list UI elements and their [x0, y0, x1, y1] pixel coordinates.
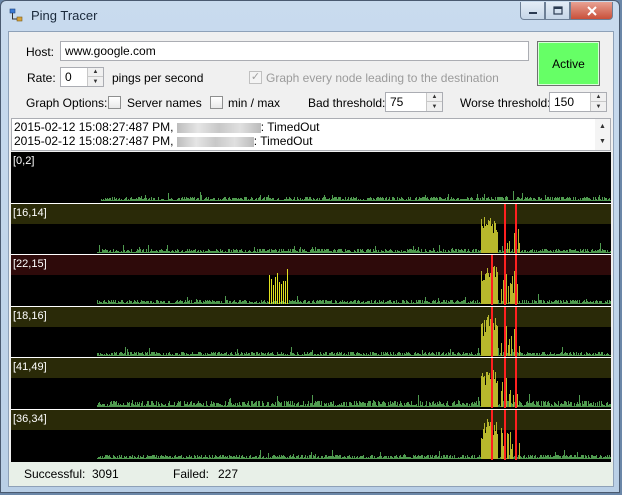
app-window: Ping Tracer Host: www.google.com Rate: 0… — [0, 0, 620, 493]
graph-label: [16,14] — [13, 206, 47, 219]
minmax-checkbox[interactable] — [210, 96, 223, 109]
server-names-label: Server names — [127, 96, 202, 110]
rate-spin-buttons[interactable]: ▲ ▼ — [87, 68, 103, 86]
successful-count: 3091 — [92, 467, 119, 481]
timeout-marker — [515, 255, 517, 305]
timeout-marker — [515, 409, 517, 460]
graph-label: [18,16] — [13, 309, 47, 322]
ping-graph-canvas — [11, 152, 615, 202]
rate-label: Rate: — [27, 71, 56, 85]
threshold-band — [11, 306, 611, 327]
maximize-icon — [552, 6, 563, 15]
spin-down-icon[interactable]: ▼ — [88, 77, 103, 86]
timeout-marker — [515, 306, 517, 357]
graph-separator — [11, 305, 611, 307]
ping-graph-4: [41,49] — [11, 358, 615, 408]
timeout-marker — [504, 409, 506, 460]
graph-label: [41,49] — [13, 361, 47, 373]
graph-separator — [11, 254, 611, 255]
timeout-marker — [504, 255, 506, 305]
spin-down-icon[interactable]: ▼ — [427, 102, 442, 111]
ping-graph-canvas — [11, 358, 615, 408]
timeout-marker — [491, 358, 493, 408]
bad-threshold-spinner[interactable]: 75 ▲ ▼ — [385, 92, 443, 112]
close-icon — [586, 5, 597, 16]
ping-graphs-area[interactable]: [0,2] [16,14] [22,15] [18,16] [41,49] [36,34] — [11, 152, 615, 462]
server-names-checkbox[interactable] — [108, 96, 121, 109]
failed-count: 227 — [218, 467, 239, 481]
bad-threshold-label: Bad threshold: — [308, 96, 386, 110]
ping-graph-2: [22,15] — [11, 255, 615, 305]
timeout-marker — [491, 409, 493, 460]
spin-up-icon[interactable]: ▲ — [427, 93, 442, 102]
ping-graph-canvas — [11, 306, 615, 357]
ping-graph-0: [0,2] — [11, 152, 615, 202]
scroll-up-icon[interactable]: ▲ — [595, 119, 610, 134]
timeout-marker — [491, 306, 493, 357]
ping-graph-canvas — [11, 255, 615, 305]
graph-every-node-label: Graph every node leading to the destinat… — [266, 71, 499, 85]
network-icon — [9, 8, 23, 22]
threshold-band — [11, 255, 611, 275]
worse-threshold-spinner[interactable]: 150 ▲ ▼ — [549, 92, 607, 112]
rate-unit-label: pings per second — [112, 71, 204, 85]
timeout-marker — [504, 203, 506, 254]
worse-threshold-spin-buttons[interactable]: ▲ ▼ — [590, 93, 606, 111]
active-toggle-button[interactable]: Active — [537, 41, 600, 86]
ping-graph-5: [36,34] — [11, 409, 615, 460]
graph-separator — [11, 408, 611, 410]
redacted-address — [176, 136, 254, 147]
rate-spinner[interactable]: 0 ▲ ▼ — [60, 67, 104, 87]
ping-graph-1: [16,14] — [11, 203, 615, 254]
scroll-down-icon[interactable]: ▼ — [595, 134, 610, 149]
graph-label: [22,15] — [13, 258, 47, 270]
graph-every-node-checkbox[interactable]: ✓ — [249, 71, 262, 84]
graph-label: [0,2] — [13, 155, 35, 167]
spin-up-icon[interactable]: ▲ — [591, 93, 606, 102]
window-controls — [520, 2, 613, 20]
log-line: 2015-02-12 15:08:27:487 PM, : TimedOut — [14, 120, 320, 134]
spin-down-icon[interactable]: ▼ — [591, 102, 606, 111]
timeout-marker — [504, 358, 506, 408]
ping-graph-3: [18,16] — [11, 306, 615, 357]
spin-up-icon[interactable]: ▲ — [88, 68, 103, 77]
graph-options-label: Graph Options: — [26, 96, 108, 110]
graph-label: [36,34] — [13, 412, 47, 425]
threshold-band — [11, 358, 611, 378]
successful-label: Successful: — [24, 467, 86, 481]
minmax-label: min / max — [228, 96, 281, 110]
log-scrollbar[interactable]: ▲ ▼ — [595, 119, 610, 150]
event-log[interactable]: 2015-02-12 15:08:27:487 PM, : TimedOut 2… — [11, 118, 611, 151]
ping-graph-canvas — [11, 203, 615, 254]
rate-value: 0 — [65, 70, 72, 84]
ping-graph-canvas — [11, 409, 615, 460]
minimize-icon — [528, 11, 537, 14]
timeout-marker — [491, 255, 493, 305]
close-button[interactable] — [570, 2, 613, 20]
bad-threshold-value: 75 — [390, 95, 404, 109]
log-line: 2015-02-12 15:08:27:487 PM, : TimedOut — [14, 134, 313, 148]
failed-label: Failed: — [173, 467, 210, 481]
window-title: Ping Tracer — [31, 8, 98, 23]
host-label: Host: — [26, 45, 55, 59]
status-bar: Successful: 3091 Failed: 227 — [9, 462, 613, 486]
threshold-band — [11, 203, 611, 224]
timeout-marker — [515, 358, 517, 408]
title-bar[interactable]: Ping Tracer — [1, 1, 619, 29]
graph-separator — [11, 202, 611, 204]
graph-separator — [11, 357, 611, 358]
maximize-button[interactable] — [545, 2, 570, 20]
main-panel: Host: www.google.com Rate: 0 ▲ ▼ pings pe… — [8, 31, 615, 487]
timeout-marker — [515, 203, 517, 254]
timeout-marker — [504, 306, 506, 357]
minimize-button[interactable] — [520, 2, 545, 20]
active-button-label: Active — [552, 56, 585, 71]
redacted-address — [176, 122, 261, 133]
worse-threshold-value: 150 — [554, 95, 575, 109]
threshold-band — [11, 409, 611, 430]
bad-threshold-spin-buttons[interactable]: ▲ ▼ — [426, 93, 442, 111]
worse-threshold-label: Worse threshold: — [460, 96, 551, 110]
host-input[interactable]: www.google.com — [60, 41, 529, 61]
